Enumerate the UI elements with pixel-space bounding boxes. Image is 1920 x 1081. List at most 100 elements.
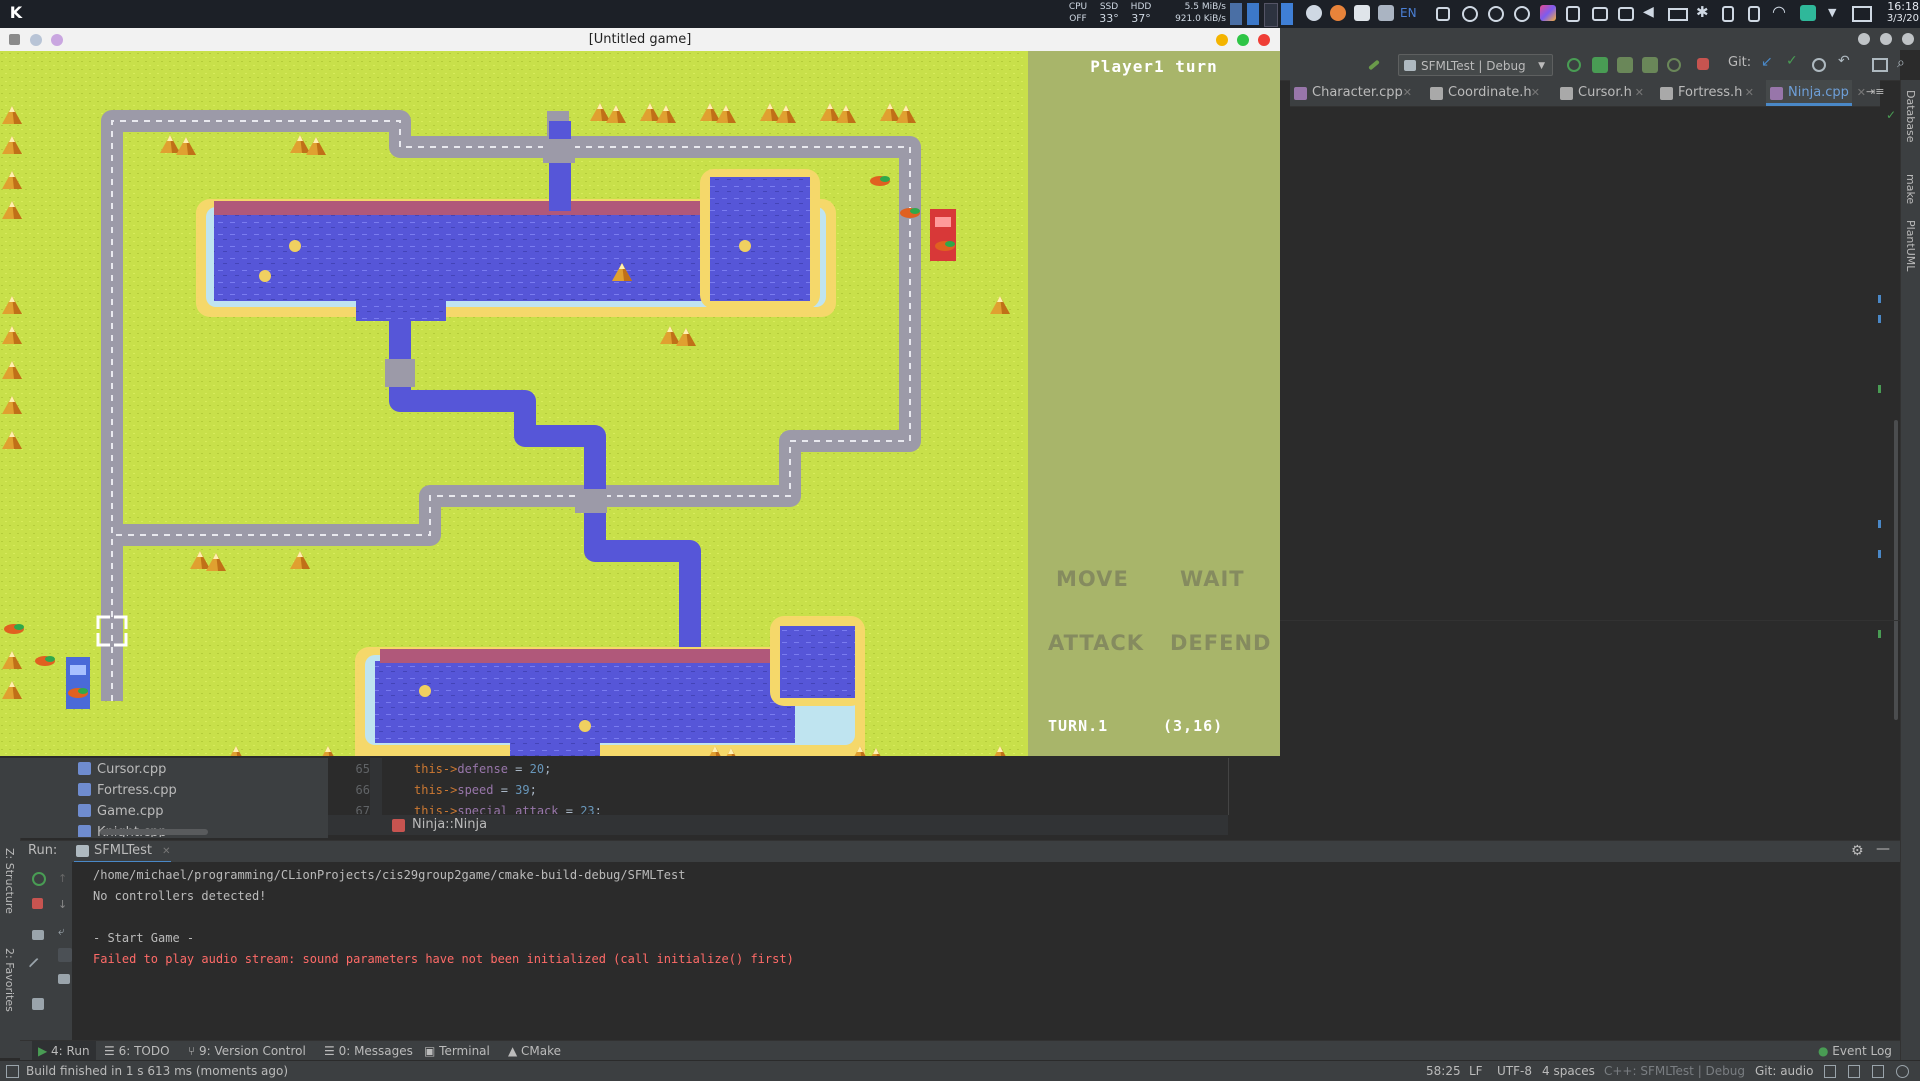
make-tool[interactable]: make [1904,174,1917,204]
wifi-icon[interactable]: ◠ [1772,2,1786,21]
close-icon[interactable]: ✕ [1635,80,1644,106]
database-tool[interactable]: Database [1904,90,1917,143]
status-message[interactable]: Build finished in 1 s 613 ms (moments ag… [26,1061,288,1081]
indent-setting[interactable]: 4 spaces [1542,1061,1595,1081]
defend-button[interactable]: DEFEND [1170,631,1271,655]
clock-icon[interactable] [1462,6,1478,22]
rerun-icon[interactable] [32,872,46,886]
scroll-marker[interactable] [1878,315,1881,323]
file-encoding[interactable]: UTF-8 [1497,1061,1532,1081]
rerun-icon[interactable] [1567,58,1581,72]
print-icon[interactable] [58,974,70,984]
close-icon[interactable]: ✕ [1403,80,1412,106]
tool-todo[interactable]: ☰ 6: TODO [104,1041,170,1061]
tool-version-control[interactable]: ⑂ 9: Version Control [188,1041,306,1061]
close-icon[interactable]: ✕ [1745,80,1754,106]
keyboard-layout[interactable]: EN [1400,6,1417,20]
wait-button[interactable]: WAIT [1180,567,1245,591]
search-icon[interactable]: ⌕ [1897,55,1905,71]
jetbrains-toolbox-icon[interactable] [1540,5,1556,21]
usb-icon[interactable] [1722,6,1734,22]
soft-wrap-icon[interactable]: ⤶ [58,924,72,938]
app-tray-icon[interactable] [1800,5,1816,21]
tray-expand-icon[interactable]: ▼ [1828,6,1836,19]
tab-coordinate-h[interactable]: Coordinate.h ✕ [1426,80,1540,106]
close-icon[interactable]: ✕ [1857,80,1866,106]
discord-icon[interactable] [1354,5,1370,21]
run-console[interactable] [20,862,1900,1040]
stop-icon[interactable] [1697,58,1709,70]
git-commit-icon[interactable]: ✓ [1786,53,1798,69]
tab-cursor-h[interactable]: Cursor.h ✕ [1556,80,1644,106]
scroll-marker[interactable] [1878,295,1881,303]
close-icon[interactable]: ✕ [1531,80,1540,106]
device-icon[interactable] [1618,7,1634,21]
attach-icon[interactable] [1667,58,1681,72]
resolve-context[interactable]: C++: SFMLTest | Debug [1604,1061,1745,1081]
battery-icon[interactable] [1668,8,1688,21]
run-tab-sfmltest[interactable]: SFMLTest ✕ [74,841,171,863]
tree-item-cursor-cpp[interactable]: Cursor.cpp [78,760,166,780]
window-minimize-button[interactable] [1858,33,1870,45]
tab-character-cpp[interactable]: Character.cpp ✕ [1290,80,1412,106]
tree-scrollbar[interactable] [100,829,208,835]
structure-tool[interactable]: Z: Structure [3,848,16,914]
window-close-button[interactable] [1258,34,1270,46]
project-structure-icon[interactable] [1872,58,1888,72]
tab-fortress-h[interactable]: Fortress.h ✕ [1656,80,1754,106]
bluetooth-icon[interactable]: ✱ [1696,3,1709,21]
plantuml-tool[interactable]: PlantUML [1904,220,1917,271]
scroll-marker[interactable] [1878,385,1881,393]
readonly-toggle-icon[interactable] [1824,1065,1836,1078]
close-icon[interactable]: ✕ [162,846,170,857]
up-arrow-icon[interactable]: ↑ [58,872,72,886]
window-minimize-button[interactable] [1216,34,1228,46]
tree-item-fortress-cpp[interactable]: Fortress.cpp [78,781,177,801]
trash-icon[interactable] [32,998,44,1010]
profile-icon[interactable] [1642,57,1658,73]
kde-menu-icon[interactable]: K [6,3,26,23]
git-update-icon[interactable]: ↙ [1761,54,1773,70]
scroll-marker[interactable] [1878,630,1881,638]
tool-event-log[interactable]: ● Event Log [1818,1041,1892,1061]
memory-indicator-icon[interactable] [1872,1065,1884,1078]
caret-position[interactable]: 58:25 [1426,1061,1461,1081]
audio-app-icon[interactable] [1514,6,1530,22]
firefox-icon[interactable] [1330,5,1346,21]
breadcrumb[interactable]: Ninja::Ninja [328,815,1228,835]
lock-icon[interactable] [1848,1065,1860,1078]
notification-icon[interactable] [1306,5,1322,21]
scroll-marker[interactable] [1878,550,1881,558]
line-separator[interactable]: LF [1469,1061,1483,1081]
tree-item-game-cpp[interactable]: Game.cpp [78,802,164,822]
clock[interactable]: 16:18 3/3/20 [1885,1,1919,25]
phone-icon[interactable] [1748,6,1760,22]
debug-icon[interactable] [1592,57,1608,73]
favorites-tool[interactable]: 2: Favorites [3,948,16,1012]
tool-run[interactable]: ▶ 4: Run [32,1041,96,1061]
rollback-icon[interactable]: ↶ [1838,53,1850,69]
run-configuration-select[interactable]: SFMLTest | Debug ▼ [1398,54,1553,76]
inspector-icon[interactable] [1896,1065,1909,1078]
tool-terminal[interactable]: ▣ Terminal [424,1041,490,1061]
game-map[interactable] [0,51,1025,756]
tab-overflow-icon[interactable]: ⇥≡ [1866,85,1884,98]
tool-cmake[interactable]: ▲ CMake [508,1041,561,1061]
down-arrow-icon[interactable]: ↓ [58,898,72,912]
restore-layout-icon[interactable] [32,930,44,940]
coverage-icon[interactable] [1617,57,1633,73]
screenshot-icon[interactable] [1378,5,1394,21]
attack-button[interactable]: ATTACK [1048,631,1144,655]
scroll-to-end-icon[interactable] [58,948,72,962]
stop-icon[interactable] [32,898,43,909]
move-button[interactable]: MOVE [1056,567,1129,591]
tab-ninja-cpp[interactable]: Ninja.cpp ✕ [1766,80,1866,106]
volume-icon[interactable]: ◀ [1643,4,1654,20]
scroll-marker[interactable] [1878,520,1881,528]
git-branch[interactable]: Git: audio [1755,1061,1813,1081]
window-close-button[interactable] [1902,33,1914,45]
toggle-toolbars-icon[interactable] [6,1065,19,1078]
gear-icon[interactable]: ⚙ [1851,843,1864,859]
tool-messages[interactable]: ☰ 0: Messages [324,1041,413,1061]
window-maximize-button[interactable] [1237,34,1249,46]
